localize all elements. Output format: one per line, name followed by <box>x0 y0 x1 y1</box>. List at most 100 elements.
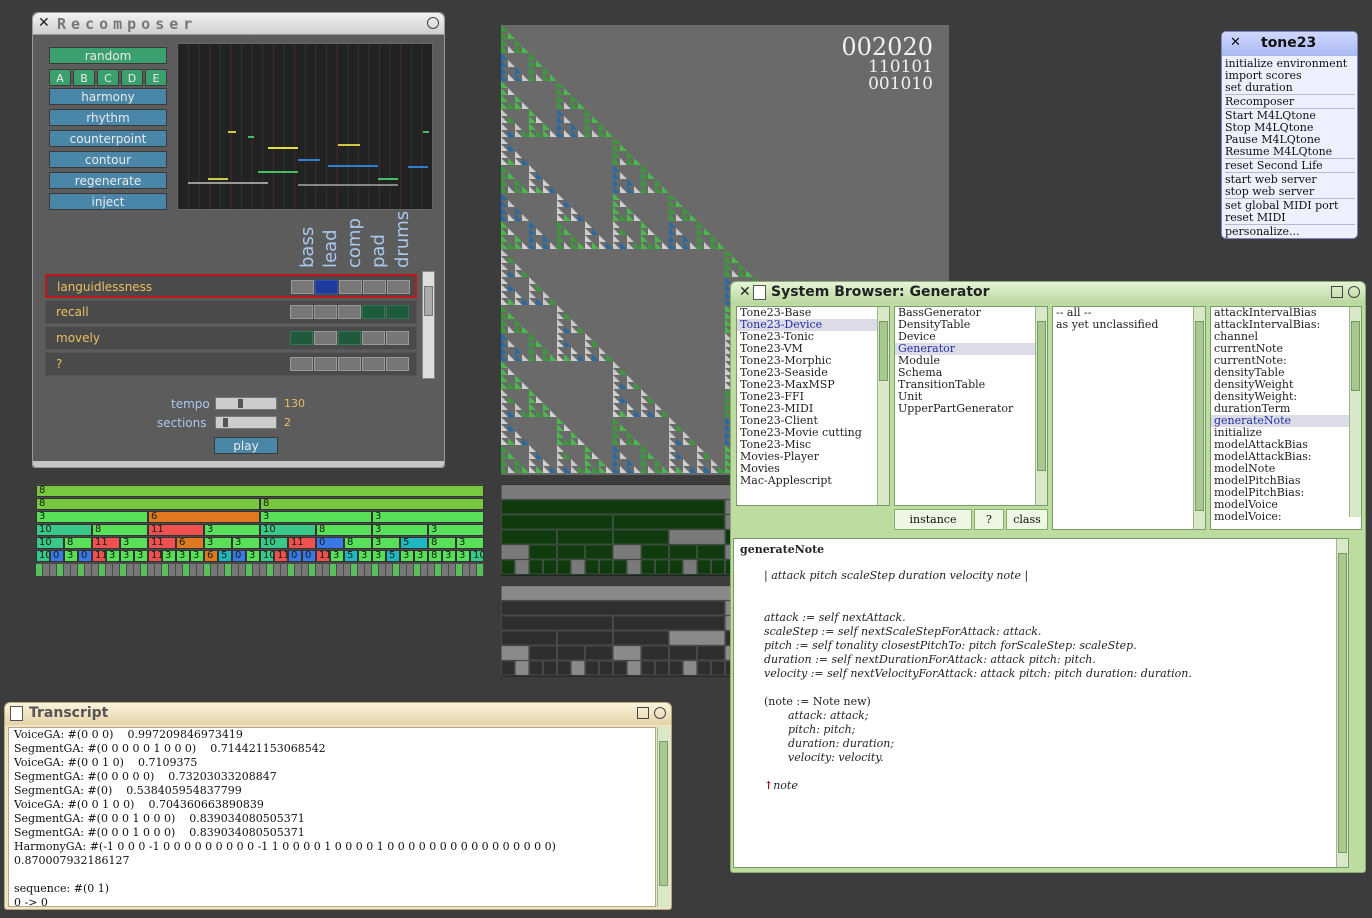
section-c-button[interactable]: C <box>97 69 119 86</box>
track-cell-drums[interactable] <box>387 280 410 294</box>
segment-block[interactable]: 11 <box>92 550 106 562</box>
segment-block[interactable]: 3 <box>442 550 456 562</box>
segment-block[interactable]: 0 <box>288 550 302 562</box>
segment-block[interactable]: 3 <box>246 550 260 562</box>
section-e-button[interactable]: E <box>145 69 167 86</box>
segment-block[interactable]: 0 <box>78 550 92 562</box>
segment-block[interactable]: 0 <box>302 550 316 562</box>
segment-block[interactable]: 3 <box>330 550 344 562</box>
track-cell-bass[interactable] <box>291 280 314 294</box>
menu-item[interactable]: reset MIDI <box>1225 211 1286 224</box>
class-button[interactable]: class <box>1006 509 1048 530</box>
segment-block[interactable]: 8 <box>92 524 148 536</box>
scroll-thumb[interactable] <box>1351 321 1360 391</box>
segment-block[interactable]: 11 <box>148 524 204 536</box>
segment-block[interactable]: 6 <box>176 537 204 549</box>
segment-block[interactable]: 10 <box>36 550 50 562</box>
segment-block[interactable]: 3 <box>134 550 148 562</box>
scroll-thumb[interactable] <box>1338 553 1347 853</box>
slider-knob[interactable] <box>223 418 228 427</box>
segment-block[interactable]: 3 <box>428 524 484 536</box>
instance-button[interactable]: instance <box>894 509 972 530</box>
transcript-text[interactable]: VoiceGA: #(0 0 0) 0.997209846973419 Segme… <box>8 727 656 907</box>
track-cell-bass[interactable] <box>290 331 313 345</box>
track-row[interactable]: ? <box>45 352 417 376</box>
scroll-thumb[interactable] <box>879 321 888 381</box>
transcript-titlebar[interactable]: Transcript <box>5 703 671 725</box>
track-cell-comp[interactable] <box>338 331 361 345</box>
close-icon[interactable]: ✕ <box>1230 35 1241 50</box>
scroll-thumb[interactable] <box>1037 321 1046 471</box>
segment-block[interactable]: 3 <box>456 550 470 562</box>
random-button[interactable]: random <box>49 47 167 64</box>
segment-block[interactable]: 10 <box>36 537 64 549</box>
list-item[interactable]: UpperPartGenerator <box>895 403 1047 415</box>
segment-block[interactable]: 10 <box>260 537 288 549</box>
track-cell-drums[interactable] <box>386 357 409 371</box>
sections-slider[interactable] <box>215 416 277 429</box>
track-cell-comp[interactable] <box>338 357 361 371</box>
track-cell-pad[interactable] <box>362 331 385 345</box>
segment-block[interactable]: 8 <box>428 537 456 549</box>
rhythm-button[interactable]: rhythm <box>49 109 167 126</box>
segment-block[interactable]: 5 <box>218 550 232 562</box>
segment-block[interactable]: 11 <box>274 550 288 562</box>
track-cell-comp[interactable] <box>339 280 362 294</box>
segment-block[interactable]: 11 <box>148 537 176 549</box>
transcript-scrollbar[interactable] <box>657 727 670 907</box>
segment-block[interactable]: 5 <box>344 550 358 562</box>
package-scrollbar[interactable] <box>877 307 889 505</box>
menu-item[interactable]: Recomposer <box>1225 95 1294 108</box>
expand-icon[interactable] <box>1331 286 1343 298</box>
counterpoint-button[interactable]: counterpoint <box>49 130 167 147</box>
segment-block[interactable]: 3 <box>372 511 484 523</box>
track-cell-drums[interactable] <box>386 305 409 319</box>
scroll-thumb[interactable] <box>424 286 433 316</box>
menu-item[interactable]: set duration <box>1225 81 1293 94</box>
segment-block[interactable]: 3 <box>358 550 372 562</box>
class-scrollbar[interactable] <box>1035 307 1047 505</box>
category-list[interactable]: -- all -- as yet unclassified <box>1052 306 1206 530</box>
segment-block[interactable]: 8 <box>316 524 372 536</box>
package-list[interactable]: Tone23-Base Tone23-Device Tone23-Tonic Tone… <box>736 306 890 506</box>
segment-block[interactable]: 3 <box>190 550 204 562</box>
menu-titlebar[interactable]: ✕ tone23 <box>1222 32 1357 56</box>
list-item[interactable]: as yet unclassified <box>1053 319 1205 331</box>
browser-titlebar[interactable]: ✕ System Browser: Generator <box>731 282 1365 304</box>
segment-block[interactable]: 10 <box>260 524 316 536</box>
scroll-thumb[interactable] <box>1195 321 1204 511</box>
harmony-button[interactable]: harmony <box>49 88 167 105</box>
segment-block[interactable]: 3 <box>120 537 148 549</box>
collapse-icon[interactable] <box>1348 286 1360 298</box>
segment-block[interactable]: 3 <box>372 550 386 562</box>
category-scrollbar[interactable] <box>1193 307 1205 529</box>
class-list[interactable]: BassGenerator DensityTable Device Generator… <box>894 306 1048 506</box>
segment-block[interactable]: 3 <box>162 550 176 562</box>
section-d-button[interactable]: D <box>121 69 143 86</box>
segment-block[interactable]: 11 <box>316 550 330 562</box>
method-list[interactable]: attackIntervalBias attackIntervalBias: cha… <box>1210 306 1362 530</box>
segment-block[interactable]: 3 <box>204 524 260 536</box>
track-scrollbar[interactable] <box>422 271 435 379</box>
section-b-button[interactable]: B <box>73 69 95 86</box>
track-cell-pad[interactable] <box>362 305 385 319</box>
track-row[interactable]: movely <box>45 326 417 350</box>
close-icon[interactable]: ✕ <box>739 284 751 300</box>
track-cell-pad[interactable] <box>362 357 385 371</box>
segment-block[interactable]: 10 <box>36 524 92 536</box>
track-row[interactable]: languidlessness <box>45 274 417 298</box>
track-cell-lead[interactable] <box>314 305 337 319</box>
segment-block[interactable]: 0 <box>232 550 246 562</box>
segment-block[interactable]: 3 <box>456 537 484 549</box>
slider-knob[interactable] <box>238 399 243 408</box>
segment-block[interactable]: 3 <box>232 537 260 549</box>
track-cell-bass[interactable] <box>290 357 313 371</box>
segment-block[interactable]: 8 <box>64 537 92 549</box>
track-row[interactable]: recall <box>45 300 417 324</box>
list-item[interactable]: Mac-Applescript <box>737 475 889 487</box>
menu-item[interactable]: Resume M4LQtone <box>1225 145 1332 158</box>
segment-block[interactable]: 0 <box>50 550 64 562</box>
close-icon[interactable]: ✕ <box>38 15 50 31</box>
code-scrollbar[interactable] <box>1336 539 1348 867</box>
segment-block[interactable]: 3 <box>372 524 428 536</box>
